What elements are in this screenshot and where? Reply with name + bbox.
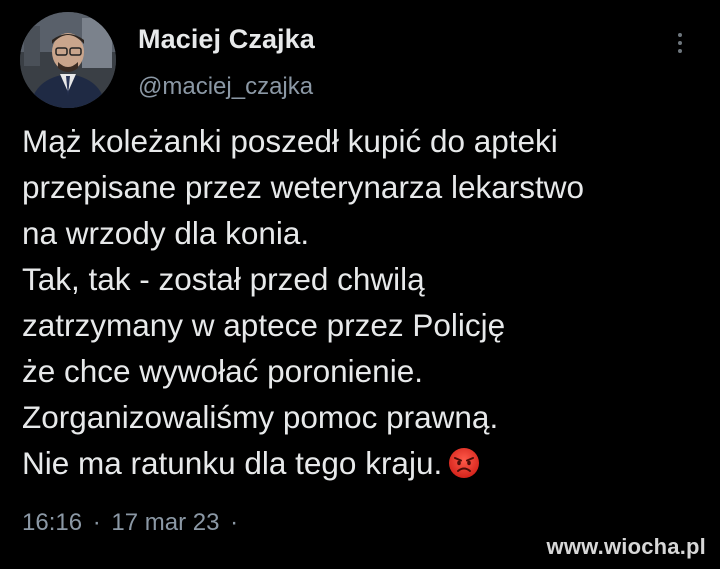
more-dot bbox=[678, 41, 682, 45]
tweet-meta: 16:16 · 17 mar 23 · bbox=[22, 509, 242, 537]
more-dot bbox=[678, 33, 682, 37]
tweet-time[interactable]: 16:16 bbox=[22, 509, 82, 536]
meta-separator: · bbox=[230, 509, 239, 536]
tweet-line: że chce wywołać poronienie. bbox=[22, 353, 423, 389]
tweet-last-line: Nie ma ratunku dla tego kraju. bbox=[22, 440, 712, 491]
tweet-line: przepisane przez weterynarza lekarstwo bbox=[22, 169, 585, 205]
tweet-date[interactable]: 17 mar 23 bbox=[111, 509, 219, 536]
watermark: www.wiocha.pl bbox=[546, 534, 706, 559]
more-options-icon[interactable] bbox=[668, 28, 692, 58]
tweet-card: Maciej Czajka @maciej_czajka Mąż koleżan… bbox=[0, 0, 720, 569]
avatar[interactable] bbox=[20, 12, 116, 108]
tweet-line: Tak, tak - został przed chwilą bbox=[22, 261, 425, 297]
tweet-line: Mąż koleżanki poszedł kupić do apteki bbox=[22, 123, 558, 159]
tweet-line: Nie ma ratunku dla tego kraju. bbox=[22, 445, 443, 481]
tweet-line: zatrzymany w aptece przez Policję bbox=[22, 307, 506, 343]
tweet-line: na wrzody dla konia. bbox=[22, 215, 310, 251]
avatar-photo bbox=[20, 12, 116, 108]
user-handle[interactable]: @maciej_czajka bbox=[138, 73, 313, 101]
more-dot bbox=[678, 49, 682, 53]
tweet-line: Zorganizowaliśmy pomoc prawną. bbox=[22, 399, 499, 435]
display-name[interactable]: Maciej Czajka bbox=[138, 24, 315, 55]
angry-face-icon bbox=[448, 445, 480, 491]
tweet-text: Mąż koleżanki poszedł kupić do apteki pr… bbox=[22, 118, 712, 491]
meta-separator: · bbox=[92, 509, 101, 536]
